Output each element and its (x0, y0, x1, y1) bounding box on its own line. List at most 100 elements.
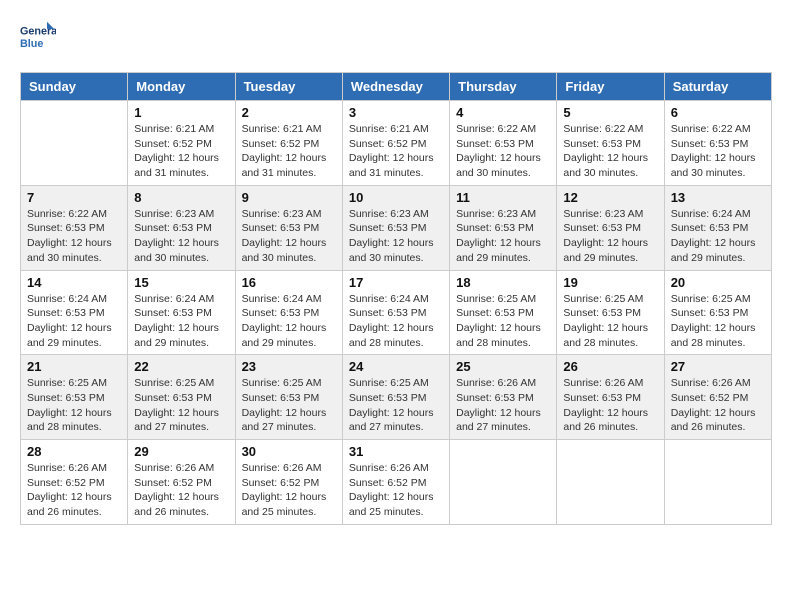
day-number: 16 (242, 275, 336, 290)
calendar-cell: 9 Sunrise: 6:23 AM Sunset: 6:53 PM Daylig… (235, 185, 342, 270)
day-info: Sunrise: 6:25 AM Sunset: 6:53 PM Dayligh… (242, 376, 336, 435)
day-number: 7 (27, 190, 121, 205)
day-number: 29 (134, 444, 228, 459)
day-info: Sunrise: 6:22 AM Sunset: 6:53 PM Dayligh… (27, 207, 121, 266)
day-info: Sunrise: 6:23 AM Sunset: 6:53 PM Dayligh… (242, 207, 336, 266)
day-number: 22 (134, 359, 228, 374)
calendar-cell: 28Sunrise: 6:26 AM Sunset: 6:52 PM Dayli… (21, 440, 128, 525)
weekday-header: Monday (128, 73, 235, 101)
calendar-cell: 26 Sunrise: 6:26 AM Sunset: 6:53 PM Dayli… (557, 355, 664, 440)
calendar-cell: 14Sunrise: 6:24 AM Sunset: 6:53 PM Dayli… (21, 270, 128, 355)
day-info: Sunrise: 6:24 AM Sunset: 6:53 PM Dayligh… (242, 292, 336, 351)
day-info: Sunrise: 6:21 AM Sunset: 6:52 PM Dayligh… (134, 122, 228, 181)
day-info: Sunrise: 6:26 AM Sunset: 6:52 PM Dayligh… (242, 461, 336, 520)
calendar-cell: 31 Sunrise: 6:26 AM Sunset: 6:52 PM Dayli… (342, 440, 449, 525)
calendar-cell: 5Sunrise: 6:22 AM Sunset: 6:53 PM Daylig… (557, 101, 664, 186)
calendar-cell: 16 Sunrise: 6:24 AM Sunset: 6:53 PM Dayli… (235, 270, 342, 355)
weekday-header: Friday (557, 73, 664, 101)
day-number: 4 (456, 105, 550, 120)
calendar-week-row: 28Sunrise: 6:26 AM Sunset: 6:52 PM Dayli… (21, 440, 772, 525)
day-number: 20 (671, 275, 765, 290)
day-number: 31 (349, 444, 443, 459)
day-number: 23 (242, 359, 336, 374)
day-info: Sunrise: 6:26 AM Sunset: 6:52 PM Dayligh… (134, 461, 228, 520)
day-info: Sunrise: 6:24 AM Sunset: 6:53 PM Dayligh… (134, 292, 228, 351)
calendar-cell: 27 Sunrise: 6:26 AM Sunset: 6:52 PM Dayli… (664, 355, 771, 440)
day-number: 12 (563, 190, 657, 205)
calendar-cell: 23 Sunrise: 6:25 AM Sunset: 6:53 PM Dayli… (235, 355, 342, 440)
day-info: Sunrise: 6:26 AM Sunset: 6:52 PM Dayligh… (349, 461, 443, 520)
page-header: GeneralBlue (20, 20, 772, 56)
calendar-cell: 8 Sunrise: 6:23 AM Sunset: 6:53 PM Daylig… (128, 185, 235, 270)
weekday-header: Wednesday (342, 73, 449, 101)
day-number: 27 (671, 359, 765, 374)
day-number: 9 (242, 190, 336, 205)
day-info: Sunrise: 6:25 AM Sunset: 6:53 PM Dayligh… (671, 292, 765, 351)
day-number: 30 (242, 444, 336, 459)
day-info: Sunrise: 6:26 AM Sunset: 6:52 PM Dayligh… (27, 461, 121, 520)
calendar-cell: 22Sunrise: 6:25 AM Sunset: 6:53 PM Dayli… (128, 355, 235, 440)
day-number: 17 (349, 275, 443, 290)
calendar-week-row: 14Sunrise: 6:24 AM Sunset: 6:53 PM Dayli… (21, 270, 772, 355)
day-number: 13 (671, 190, 765, 205)
calendar-cell: 4 Sunrise: 6:22 AM Sunset: 6:53 PM Daylig… (450, 101, 557, 186)
day-number: 24 (349, 359, 443, 374)
calendar-cell (664, 440, 771, 525)
day-info: Sunrise: 6:23 AM Sunset: 6:53 PM Dayligh… (134, 207, 228, 266)
day-info: Sunrise: 6:24 AM Sunset: 6:53 PM Dayligh… (27, 292, 121, 351)
day-info: Sunrise: 6:25 AM Sunset: 6:53 PM Dayligh… (349, 376, 443, 435)
calendar-cell: 15 Sunrise: 6:24 AM Sunset: 6:53 PM Dayli… (128, 270, 235, 355)
calendar-cell: 29 Sunrise: 6:26 AM Sunset: 6:52 PM Dayli… (128, 440, 235, 525)
day-number: 26 (563, 359, 657, 374)
weekday-header: Tuesday (235, 73, 342, 101)
calendar-cell: 3Sunrise: 6:21 AM Sunset: 6:52 PM Daylig… (342, 101, 449, 186)
day-number: 10 (349, 190, 443, 205)
weekday-header: Sunday (21, 73, 128, 101)
calendar-cell: 20 Sunrise: 6:25 AM Sunset: 6:53 PM Dayli… (664, 270, 771, 355)
day-info: Sunrise: 6:21 AM Sunset: 6:52 PM Dayligh… (242, 122, 336, 181)
day-info: Sunrise: 6:23 AM Sunset: 6:53 PM Dayligh… (563, 207, 657, 266)
day-number: 21 (27, 359, 121, 374)
calendar-cell: 19 Sunrise: 6:25 AM Sunset: 6:53 PM Dayli… (557, 270, 664, 355)
weekday-header: Thursday (450, 73, 557, 101)
calendar-cell: 21 Sunrise: 6:25 AM Sunset: 6:53 PM Dayli… (21, 355, 128, 440)
calendar-cell: 12 Sunrise: 6:23 AM Sunset: 6:53 PM Dayli… (557, 185, 664, 270)
logo-icon: GeneralBlue (20, 20, 56, 56)
day-number: 19 (563, 275, 657, 290)
calendar-week-row: 7 Sunrise: 6:22 AM Sunset: 6:53 PM Daylig… (21, 185, 772, 270)
calendar-week-row: 1 Sunrise: 6:21 AM Sunset: 6:52 PM Daylig… (21, 101, 772, 186)
day-number: 2 (242, 105, 336, 120)
weekday-header: Saturday (664, 73, 771, 101)
day-info: Sunrise: 6:26 AM Sunset: 6:52 PM Dayligh… (671, 376, 765, 435)
day-info: Sunrise: 6:25 AM Sunset: 6:53 PM Dayligh… (563, 292, 657, 351)
calendar-cell: 13Sunrise: 6:24 AM Sunset: 6:53 PM Dayli… (664, 185, 771, 270)
day-info: Sunrise: 6:25 AM Sunset: 6:53 PM Dayligh… (27, 376, 121, 435)
svg-text:Blue: Blue (20, 38, 43, 50)
calendar-cell: 24 Sunrise: 6:25 AM Sunset: 6:53 PM Dayli… (342, 355, 449, 440)
calendar-week-row: 21 Sunrise: 6:25 AM Sunset: 6:53 PM Dayli… (21, 355, 772, 440)
weekday-header-row: SundayMondayTuesdayWednesdayThursdayFrid… (21, 73, 772, 101)
day-info: Sunrise: 6:26 AM Sunset: 6:53 PM Dayligh… (456, 376, 550, 435)
day-number: 11 (456, 190, 550, 205)
calendar-cell: 2 Sunrise: 6:21 AM Sunset: 6:52 PM Daylig… (235, 101, 342, 186)
calendar-cell: 30 Sunrise: 6:26 AM Sunset: 6:52 PM Dayli… (235, 440, 342, 525)
day-number: 8 (134, 190, 228, 205)
calendar-cell: 10Sunrise: 6:23 AM Sunset: 6:53 PM Dayli… (342, 185, 449, 270)
calendar-cell: 11 Sunrise: 6:23 AM Sunset: 6:53 PM Dayli… (450, 185, 557, 270)
day-info: Sunrise: 6:22 AM Sunset: 6:53 PM Dayligh… (456, 122, 550, 181)
day-info: Sunrise: 6:21 AM Sunset: 6:52 PM Dayligh… (349, 122, 443, 181)
day-number: 1 (134, 105, 228, 120)
day-info: Sunrise: 6:23 AM Sunset: 6:53 PM Dayligh… (456, 207, 550, 266)
calendar-cell (557, 440, 664, 525)
calendar-cell: 17Sunrise: 6:24 AM Sunset: 6:53 PM Dayli… (342, 270, 449, 355)
day-info: Sunrise: 6:26 AM Sunset: 6:53 PM Dayligh… (563, 376, 657, 435)
day-info: Sunrise: 6:25 AM Sunset: 6:53 PM Dayligh… (456, 292, 550, 351)
calendar-table: SundayMondayTuesdayWednesdayThursdayFrid… (20, 72, 772, 525)
calendar-cell: 25Sunrise: 6:26 AM Sunset: 6:53 PM Dayli… (450, 355, 557, 440)
logo: GeneralBlue (20, 20, 56, 56)
day-number: 15 (134, 275, 228, 290)
calendar-cell: 7 Sunrise: 6:22 AM Sunset: 6:53 PM Daylig… (21, 185, 128, 270)
day-number: 18 (456, 275, 550, 290)
calendar-cell: 6Sunrise: 6:22 AM Sunset: 6:53 PM Daylig… (664, 101, 771, 186)
day-number: 6 (671, 105, 765, 120)
